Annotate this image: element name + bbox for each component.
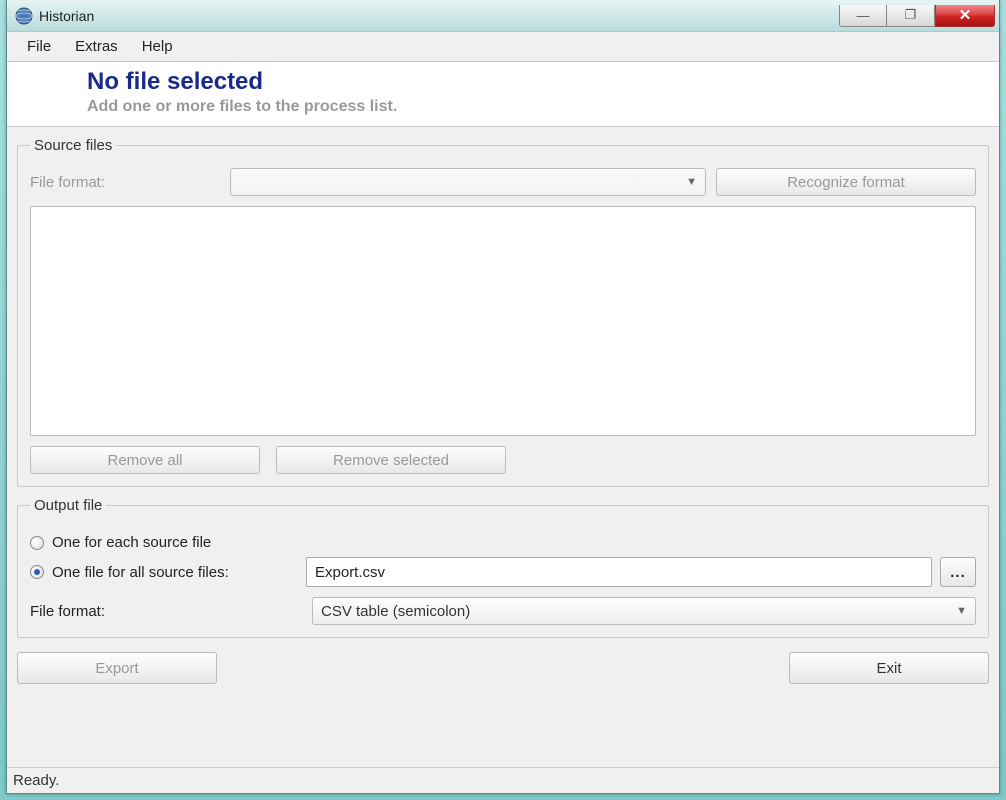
app-icon	[15, 7, 33, 25]
chevron-down-icon: ▼	[686, 176, 697, 188]
radio-one-for-all[interactable]	[30, 565, 44, 579]
source-file-format-label: File format:	[30, 174, 220, 191]
browse-button[interactable]: ...	[940, 557, 976, 587]
app-window: Historian — ❐ ✕ File Extras Help No file…	[6, 0, 1000, 794]
radio-one-for-all-label: One file for all source files:	[52, 564, 298, 581]
output-file-legend: Output file	[30, 497, 106, 514]
export-button[interactable]: Export	[17, 652, 217, 684]
minimize-button[interactable]: —	[839, 5, 887, 27]
output-filename-value: Export.csv	[315, 564, 385, 581]
menu-file[interactable]: File	[17, 34, 61, 59]
menubar: File Extras Help	[7, 32, 999, 62]
menu-help[interactable]: Help	[132, 34, 183, 59]
statusbar: Ready.	[7, 767, 999, 793]
source-files-group: Source files File format: ▼ Recognize fo…	[17, 137, 989, 487]
radio-one-per-source[interactable]	[30, 536, 44, 550]
source-file-format-combo[interactable]: ▼	[230, 168, 706, 196]
content-area: Source files File format: ▼ Recognize fo…	[7, 127, 999, 767]
output-file-format-combo[interactable]: CSV table (semicolon) ▼	[312, 597, 976, 625]
output-file-format-label: File format:	[30, 603, 302, 620]
titlebar[interactable]: Historian — ❐ ✕	[7, 0, 999, 32]
page-title: No file selected	[87, 68, 989, 96]
window-controls: — ❐ ✕	[839, 5, 995, 27]
page-subtitle: Add one or more files to the process lis…	[87, 98, 989, 116]
close-button[interactable]: ✕	[935, 5, 995, 27]
output-file-format-value: CSV table (semicolon)	[321, 603, 470, 620]
chevron-down-icon: ▼	[956, 605, 967, 617]
recognize-format-button[interactable]: Recognize format	[716, 168, 976, 196]
remove-selected-button[interactable]: Remove selected	[276, 446, 506, 474]
output-filename-input[interactable]: Export.csv	[306, 557, 932, 587]
radio-one-per-source-label: One for each source file	[52, 534, 211, 551]
remove-all-button[interactable]: Remove all	[30, 446, 260, 474]
maximize-button[interactable]: ❐	[887, 5, 935, 27]
output-file-group: Output file One for each source file One…	[17, 497, 989, 638]
status-text: Ready.	[13, 772, 59, 789]
source-files-legend: Source files	[30, 137, 116, 154]
source-files-list[interactable]	[30, 206, 976, 436]
header-panel: No file selected Add one or more files t…	[7, 62, 999, 127]
exit-button[interactable]: Exit	[789, 652, 989, 684]
menu-extras[interactable]: Extras	[65, 34, 128, 59]
action-row: Export Exit	[17, 638, 989, 694]
window-title: Historian	[39, 8, 839, 24]
